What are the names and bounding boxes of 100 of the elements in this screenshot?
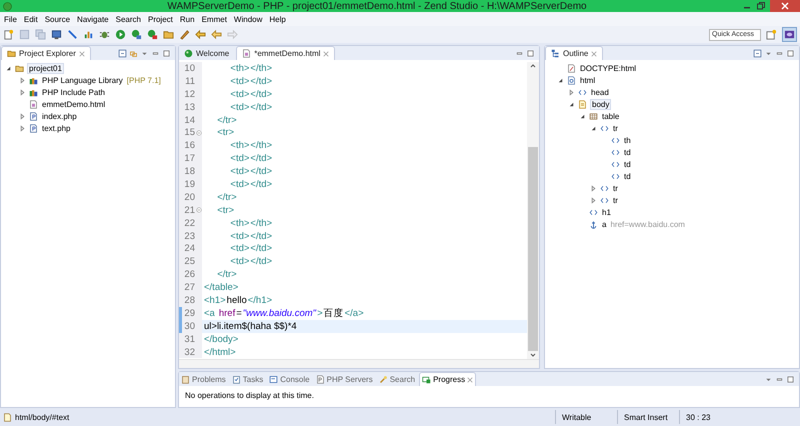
link-icon[interactable] <box>129 48 138 58</box>
tree-item[interactable]: td <box>623 160 632 168</box>
bug-icon[interactable] <box>99 29 110 40</box>
view-tab[interactable]: Tasks <box>230 373 266 386</box>
menu-item[interactable]: Navigate <box>75 14 114 24</box>
code-line: </body> <box>203 332 240 346</box>
maximize-icon[interactable] <box>786 374 795 384</box>
collapse-all-icon[interactable] <box>753 48 762 58</box>
tree-item[interactable]: td <box>623 172 632 180</box>
tag-icon <box>611 160 620 168</box>
bar-chart-icon[interactable] <box>83 29 94 40</box>
scrollbar[interactable] <box>179 359 539 368</box>
scroll-up-icon[interactable] <box>529 62 537 70</box>
line-number: 28 <box>183 294 195 306</box>
tree-item[interactable]: tr <box>612 196 619 204</box>
code-line: <td></td> <box>229 255 274 268</box>
tree-item[interactable]: tr <box>612 124 619 132</box>
tree-item[interactable]: td <box>623 148 632 156</box>
status-field: Smart Insert <box>617 410 676 424</box>
tree-item[interactable]: text.php <box>41 124 72 132</box>
status-field: Writable <box>555 410 614 424</box>
menu-item[interactable]: Help <box>267 14 291 24</box>
tree-item[interactable]: a <box>601 220 608 228</box>
editor-tab[interactable]: Welcome <box>179 47 234 60</box>
scrollbar-thumb[interactable] <box>528 147 538 351</box>
view-tab[interactable]: Progress <box>419 372 476 386</box>
tree-item[interactable]: project01 <box>27 62 64 74</box>
editor-tab[interactable]: *emmetDemo.html <box>236 46 336 60</box>
menu-item[interactable]: Search <box>114 14 146 24</box>
php-file-icon <box>29 124 38 132</box>
tree-item[interactable]: emmetDemo.html <box>41 100 106 108</box>
collapse-all-icon[interactable] <box>118 48 127 58</box>
tree-item[interactable]: h1 <box>601 208 612 216</box>
tag-icon <box>600 196 609 204</box>
tree-item[interactable]: html <box>579 76 596 84</box>
tree-item[interactable]: tr <box>612 184 619 192</box>
status-path: html/body/#text <box>15 412 70 422</box>
code-line: <tr> <box>216 204 236 217</box>
tag-icon <box>611 148 620 156</box>
menu-item[interactable]: File <box>2 14 22 24</box>
close-button[interactable] <box>770 0 800 12</box>
fold-icon[interactable] <box>196 207 202 214</box>
menu-item[interactable]: Emmet <box>200 14 232 24</box>
outline-icon <box>551 49 560 58</box>
close-icon[interactable] <box>78 50 85 56</box>
expand-arrow-icon[interactable] <box>568 100 575 108</box>
view-tab[interactable]: PHP Servers <box>314 373 375 386</box>
tree-item[interactable]: PHP Include Path <box>41 88 106 96</box>
run-config-icon[interactable] <box>131 29 142 40</box>
restore-icon[interactable] <box>756 1 766 11</box>
view-tab[interactable]: Console <box>267 373 312 386</box>
open-perspective-icon[interactable] <box>766 29 777 40</box>
globe-icon <box>184 49 193 58</box>
tree-item[interactable]: index.php <box>41 112 78 120</box>
maximize-icon[interactable] <box>526 48 535 58</box>
run-icon[interactable] <box>115 29 126 40</box>
line-number: 10 <box>183 62 195 74</box>
tree-item[interactable]: PHP Language Library <box>41 76 124 84</box>
close-icon[interactable] <box>591 50 598 56</box>
console-icon <box>269 375 278 384</box>
perspective-button[interactable] <box>782 27 797 42</box>
view-tab[interactable]: Project Explorer <box>1 46 91 60</box>
menu-item[interactable]: Edit <box>22 14 43 24</box>
scroll-down-icon[interactable] <box>529 351 537 359</box>
scrollbar[interactable] <box>527 62 539 359</box>
expand-arrow-icon[interactable] <box>579 112 586 120</box>
line-number: 15 <box>183 127 195 138</box>
line-number: 18 <box>183 166 195 178</box>
back-icon[interactable] <box>211 29 222 40</box>
monitor-icon[interactable] <box>51 29 62 40</box>
tree-item[interactable]: th <box>623 136 632 144</box>
expand-arrow-icon[interactable] <box>557 76 564 84</box>
line-number: 20 <box>183 192 195 203</box>
line-number: 29 <box>183 308 195 319</box>
view-tab[interactable]: Search <box>376 373 418 386</box>
line-number: 22 <box>183 218 195 229</box>
tree-item[interactable]: body <box>590 98 612 110</box>
external-tool-icon[interactable] <box>147 29 158 40</box>
view-tab[interactable]: Outline <box>545 46 604 60</box>
new-file-icon[interactable] <box>3 29 14 40</box>
fold-icon[interactable] <box>196 130 202 136</box>
expand-arrow-icon[interactable] <box>590 124 597 132</box>
folder-icon[interactable] <box>163 29 174 40</box>
maximize-icon[interactable] <box>786 48 795 58</box>
menu-item[interactable]: Source <box>42 14 76 24</box>
tree-item[interactable]: head <box>590 88 610 96</box>
tree-item[interactable]: table <box>601 112 620 120</box>
maximize-icon[interactable] <box>162 48 171 58</box>
tree-item[interactable]: DOCTYPE:html <box>579 64 638 72</box>
menu-item[interactable]: Run <box>178 14 200 24</box>
menu-item[interactable]: Project <box>146 14 178 24</box>
pen-icon[interactable] <box>179 29 190 40</box>
close-icon[interactable] <box>467 376 474 382</box>
tag-icon <box>589 208 598 216</box>
page-icon <box>578 100 587 108</box>
expand-arrow-icon[interactable] <box>5 64 12 72</box>
view-tab[interactable]: Problems <box>179 373 228 386</box>
back-annotation-icon[interactable] <box>195 29 206 40</box>
menu-item[interactable]: Window <box>232 14 268 24</box>
close-icon[interactable] <box>323 50 330 56</box>
